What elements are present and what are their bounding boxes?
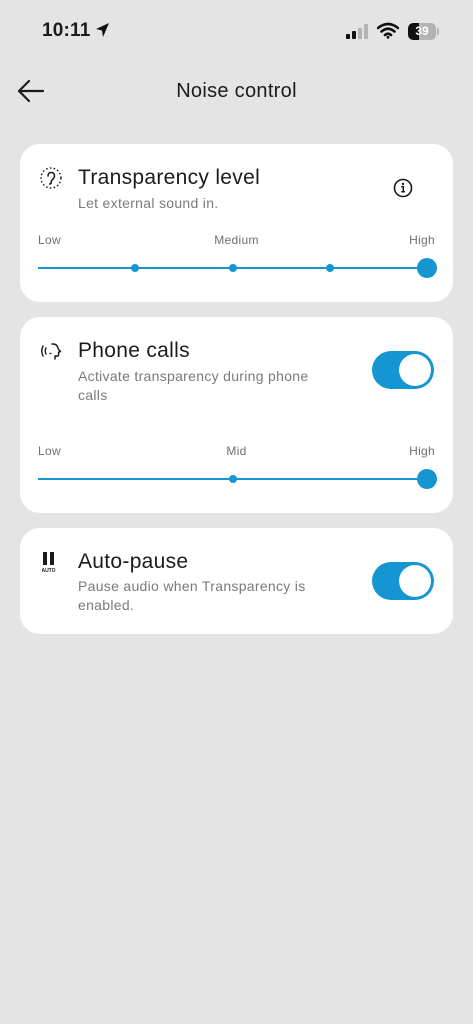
ear-icon — [40, 166, 62, 190]
transparency-slider-labels: Low Medium High — [38, 233, 435, 249]
battery-icon: 39 — [408, 23, 439, 40]
auto-pause-subtitle: Pause audio when Transparency is enabled… — [78, 577, 306, 615]
transparency-level-title: Transparency level — [78, 166, 261, 189]
slider-thumb[interactable] — [417, 258, 437, 278]
phone-calls-title: Phone calls — [78, 339, 190, 362]
auto-pause-toggle[interactable] — [372, 562, 434, 600]
slider-step-dot — [325, 264, 334, 272]
phone-calls-toggle[interactable] — [372, 351, 434, 389]
slider-label-high: High — [409, 233, 435, 247]
phone-calls-slider[interactable] — [38, 468, 437, 490]
phone-calls-subtitle-line1: Activate transparency during phone — [78, 368, 309, 384]
phone-calls-card: Phone calls Activate transparency during… — [20, 317, 453, 513]
page-title: Noise control — [176, 80, 297, 102]
status-bar: 10:11 39 — [0, 0, 473, 60]
auto-pause-subtitle-line1: Pause audio when Transparency is — [78, 578, 306, 594]
slider-label-high: High — [409, 444, 435, 458]
wifi-icon — [376, 22, 400, 44]
slider-label-medium: Medium — [214, 233, 259, 247]
location-arrow-icon — [95, 22, 110, 44]
slider-thumb[interactable] — [417, 469, 437, 489]
info-button[interactable] — [392, 177, 414, 199]
transparency-level-slider[interactable] — [38, 257, 437, 279]
phone-talking-icon — [40, 339, 62, 363]
auto-pause-title: Auto-pause — [78, 550, 189, 573]
phone-calls-subtitle: Activate transparency during phone calls — [78, 367, 308, 405]
pause-auto-caption: AUTO — [41, 568, 55, 574]
battery-percentage: 39 — [415, 24, 429, 38]
phone-calls-slider-labels: Low Mid High — [38, 444, 435, 460]
auto-pause-subtitle-line2: enabled. — [78, 597, 135, 613]
auto-pause-card: AUTO Auto-pause Pause audio when Transpa… — [20, 528, 453, 634]
slider-label-low: Low — [38, 444, 61, 458]
slider-label-mid: Mid — [226, 444, 247, 458]
slider-step-dot — [228, 475, 237, 483]
transparency-level-card: Transparency level Let external sound in… — [20, 144, 453, 302]
toggle-knob — [399, 354, 431, 386]
pause-auto-icon: AUTO — [40, 550, 62, 574]
phone-calls-subtitle-line2: calls — [78, 387, 108, 403]
header: Noise control — [0, 70, 473, 114]
slider-label-low: Low — [38, 233, 61, 247]
info-icon — [392, 178, 414, 203]
cellular-signal-icon — [346, 24, 370, 44]
slider-step-dot — [228, 264, 237, 272]
status-time: 10:11 — [42, 20, 91, 41]
transparency-level-subtitle: Let external sound in. — [78, 195, 219, 211]
slider-step-dot — [131, 264, 140, 272]
toggle-knob — [399, 565, 431, 597]
